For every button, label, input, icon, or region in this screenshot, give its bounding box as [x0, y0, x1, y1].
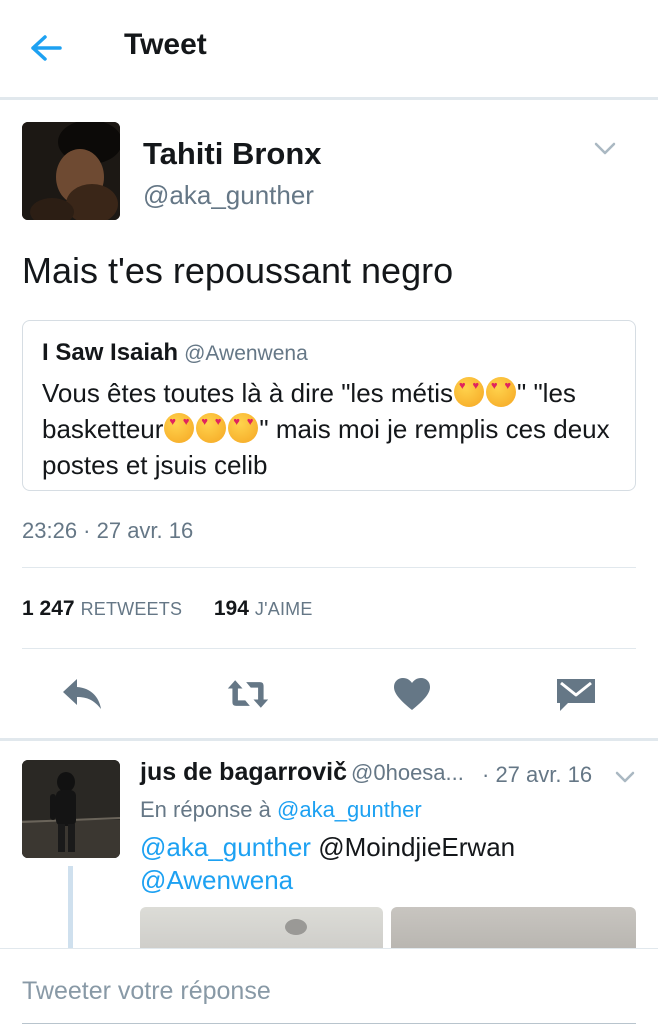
likes-stat[interactable]: 194 J'AIME	[214, 597, 313, 620]
like-button[interactable]	[390, 672, 434, 716]
quoted-tweet[interactable]: I Saw Isaiah @Awenwena Vous êtes toutes l…	[22, 320, 636, 491]
retweets-label: RETWEETS	[80, 599, 183, 619]
heart-eyes-emoji-icon	[454, 377, 484, 407]
reply-avatar-photo	[22, 760, 120, 858]
retweet-icon	[227, 680, 269, 708]
in-reply-to: En réponse à @aka_gunther	[140, 797, 422, 823]
author-handle[interactable]: @aka_gunther	[143, 180, 314, 211]
reply-menu-button[interactable]	[612, 766, 638, 788]
heart-eyes-emoji-icon	[486, 377, 516, 407]
reply-text: @aka_gunther @MoindjieErwan @Awenwena	[140, 831, 630, 897]
reply-author-name[interactable]: jus de bagarrovič	[140, 758, 347, 786]
retweets-stat[interactable]: 1 247 RETWEETS	[22, 597, 182, 620]
reply-media-image[interactable]	[140, 907, 383, 948]
reply-media-image[interactable]	[391, 907, 636, 948]
heart-eyes-emoji-icon	[228, 413, 259, 443]
reply-compose-bar: Tweeter votre réponse	[0, 948, 658, 1024]
reply-icon	[63, 679, 101, 709]
tweet-menu-button[interactable]	[590, 136, 620, 162]
page-title: Tweet	[124, 28, 207, 61]
chevron-down-icon	[594, 142, 616, 155]
direct-message-button[interactable]	[554, 672, 598, 716]
retweet-button[interactable]	[226, 672, 270, 716]
quoted-text-part-1: Vous êtes toutes là à dire "les métis	[42, 378, 453, 408]
quoted-author-handle: @Awenwena	[184, 342, 308, 365]
heart-icon	[394, 678, 430, 710]
divider	[22, 648, 636, 649]
in-reply-prefix: En réponse à	[140, 797, 271, 822]
reply-author-avatar[interactable]	[22, 760, 120, 858]
chevron-down-icon	[615, 771, 635, 783]
mention-link[interactable]: @Awenwena	[140, 865, 293, 895]
reply-compose-input[interactable]: Tweeter votre réponse	[22, 977, 271, 1006]
heart-eyes-emoji-icon	[164, 413, 195, 443]
reply-author-handle[interactable]: @0hoesa...	[351, 760, 464, 785]
avatar-photo	[22, 122, 120, 220]
mention-link[interactable]: @aka_gunther	[140, 832, 311, 862]
quoted-author-name: I Saw Isaiah	[42, 339, 179, 366]
top-bar: Tweet	[0, 0, 658, 100]
divider	[22, 567, 636, 568]
author-avatar[interactable]	[22, 122, 120, 220]
quoted-tweet-text: Vous êtes toutes là à dire "les métis" "…	[42, 375, 622, 483]
direct-message-icon	[557, 679, 595, 711]
back-arrow-icon	[31, 35, 62, 61]
in-reply-handle-link[interactable]: @aka_gunther	[277, 797, 422, 822]
quoted-tweet-header: I Saw Isaiah @Awenwena	[42, 339, 308, 367]
back-button[interactable]	[26, 30, 66, 66]
reply-button[interactable]	[60, 672, 104, 716]
tweet-stats: 1 247 RETWEETS 194 J'AIME	[22, 597, 313, 621]
reply-timestamp: · 27 avr. 16	[482, 762, 593, 787]
likes-label: J'AIME	[254, 599, 313, 619]
tweet-text: Mais t'es repoussant negro	[22, 250, 454, 291]
likes-count: 194	[213, 597, 249, 620]
tweet-timestamp: 23:26 · 27 avr. 16	[22, 518, 194, 543]
mention-text[interactable]: @MoindjieErwan	[318, 832, 515, 862]
section-separator	[0, 738, 658, 741]
reply-header: jus de bagarrovič @0hoesa...	[140, 758, 464, 787]
author-name[interactable]: Tahiti Bronx	[143, 136, 322, 172]
thread-line	[68, 866, 73, 948]
heart-eyes-emoji-icon	[196, 413, 227, 443]
retweets-count: 1 247	[22, 597, 75, 620]
